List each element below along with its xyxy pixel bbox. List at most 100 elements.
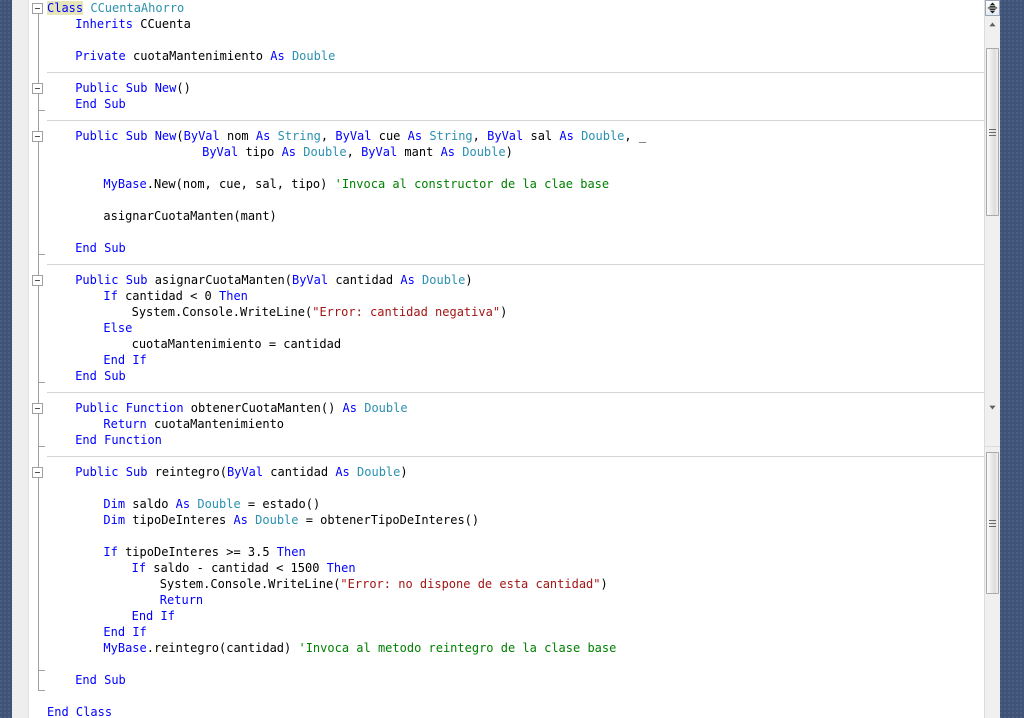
code-token: saldo - cantidad < 1500 [146, 561, 327, 575]
code-text-area[interactable]: Class CCuentaAhorro Inherits CCuenta Priva… [29, 0, 985, 718]
code-token: Class [75, 705, 113, 718]
code-token: If [160, 609, 175, 623]
code-line: Else [29, 320, 985, 336]
code-token: ( [176, 129, 184, 143]
code-token: Class [47, 1, 84, 15]
code-token: , [320, 129, 336, 143]
code-token: Inherits [75, 17, 133, 31]
code-line [29, 256, 985, 272]
code-token: Sub [125, 465, 148, 479]
code-token: , [472, 129, 488, 143]
code-token: As [407, 129, 423, 143]
scroll-up-arrow-top-pane[interactable] [985, 17, 1000, 32]
code-token: cantidad < 0 [117, 289, 219, 303]
code-token: () [176, 81, 191, 95]
code-token: "Error: no dispone de esta cantidad" [340, 577, 601, 591]
split-editor-button[interactable] [985, 0, 1000, 16]
code-line: Inherits CCuenta [29, 16, 985, 32]
code-token: Double [357, 465, 401, 479]
code-line: Public Sub New(ByVal nom As String, ByVa… [29, 128, 985, 144]
code-line: If saldo - cantidad < 1500 Then [29, 560, 985, 576]
code-token: End [75, 369, 97, 383]
code-token: Public [75, 465, 119, 479]
collapse-region-icon[interactable] [32, 83, 43, 94]
code-token: End [75, 673, 97, 687]
code-token: If [132, 353, 147, 367]
code-token: As [233, 513, 248, 527]
collapse-region-icon[interactable] [32, 131, 43, 142]
region-separator-line [47, 120, 985, 121]
code-line [29, 112, 985, 128]
code-token: Double [255, 513, 299, 527]
code-token: obtenerCuotaManten() [183, 401, 343, 415]
scroll-down-arrow-top-pane[interactable] [985, 400, 1000, 415]
code-line: End Class [29, 704, 985, 718]
code-token: Sub [104, 241, 126, 255]
code-line: System.Console.WriteLine("Error: no disp… [29, 576, 985, 592]
code-line: End Function [29, 432, 985, 448]
code-token: , _ [624, 129, 647, 143]
code-line: End If [29, 624, 985, 640]
code-line: End If [29, 352, 985, 368]
code-line: Dim tipoDeInteres As Double = obtenerTip… [29, 512, 985, 528]
code-token: String [277, 129, 321, 143]
code-token: "Error: cantidad negativa" [312, 305, 501, 319]
split-pane-scroll-divider [985, 446, 1000, 447]
code-token: Sub [125, 273, 148, 287]
code-token: Double [422, 273, 466, 287]
code-token: As [400, 273, 415, 287]
code-token: ) [500, 305, 508, 319]
code-token: Then [219, 289, 248, 303]
code-token: cantidad [328, 273, 401, 287]
code-token: asignarCuotaManten(mant) [103, 209, 277, 223]
outlining-guide-foot [38, 110, 45, 111]
scrollbar-thumb-bottom-pane[interactable] [986, 452, 999, 594]
code-token: 'Invoca al constructor de la clae base [334, 177, 610, 191]
code-token: Return [159, 593, 204, 607]
code-token: = obtenerTipoDeInteres() [298, 513, 480, 527]
collapse-region-icon[interactable] [32, 275, 43, 286]
code-token: Return [103, 417, 147, 431]
code-token: Double [462, 145, 506, 159]
collapse-region-icon[interactable] [32, 403, 43, 414]
scrollbar-thumb-top-pane[interactable] [986, 48, 999, 216]
code-token: ByVal [291, 273, 329, 287]
code-token: ) [465, 273, 473, 287]
code-token: cuotaMantenimiento [125, 49, 271, 63]
collapse-region-icon[interactable] [32, 3, 43, 14]
code-line: End Sub [29, 672, 985, 688]
code-token: Double [581, 129, 625, 143]
collapse-region-icon[interactable] [32, 467, 43, 478]
code-token: Sub [104, 673, 126, 687]
code-line: ByVal tipo As Double, ByVal mant As Doub… [29, 144, 985, 160]
code-line: MyBase.reintegro(cantidad) 'Invoca al me… [29, 640, 985, 656]
code-token: As [559, 129, 574, 143]
code-token: Public [75, 273, 119, 287]
region-separator-line [47, 72, 985, 73]
code-line: Public Function obtenerCuotaManten() As … [29, 400, 985, 416]
ide-left-edge-decoration [0, 0, 12, 718]
code-token: If [103, 545, 118, 559]
outlining-guide-line [38, 414, 39, 448]
breakpoint-indicator-margin[interactable] [12, 0, 29, 718]
code-token: Public [75, 129, 119, 143]
code-token: End [103, 353, 126, 367]
code-line: MyBase.New(nom, cue, sal, tipo) 'Invoca … [29, 176, 985, 192]
code-token: MyBase [103, 641, 147, 655]
code-token: Double [197, 497, 241, 511]
code-token: System.Console.WriteLine( [159, 577, 341, 591]
code-token: System.Console.WriteLine( [131, 305, 313, 319]
code-token: Public [75, 81, 119, 95]
